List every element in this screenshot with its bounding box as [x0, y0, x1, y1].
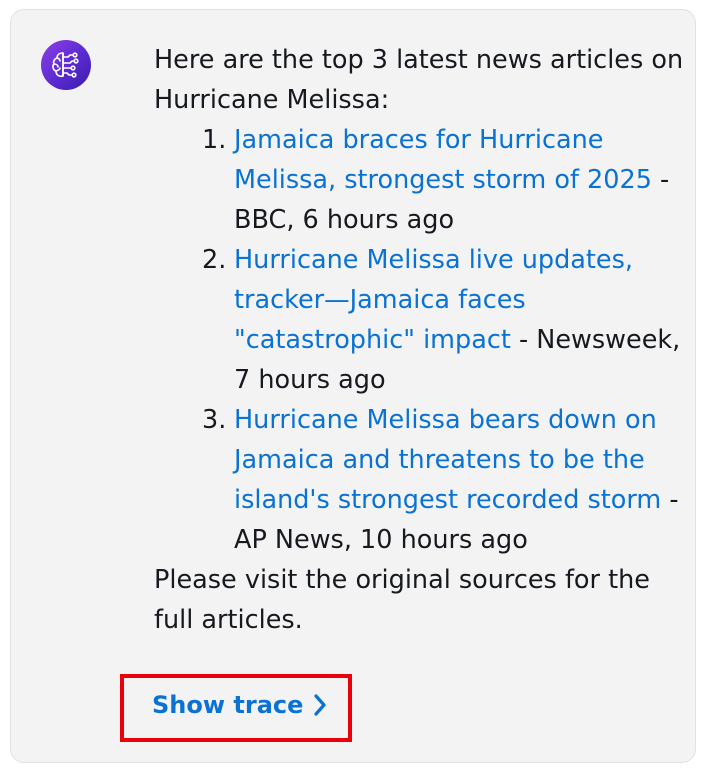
ai-brain-circuit-icon [52, 52, 79, 78]
message-intro: Here are the top 3 latest news articles … [154, 45, 684, 115]
article-item: 3. Hurricane Melissa bears down on Jamaic… [202, 400, 684, 560]
assistant-message-text: Here are the top 3 latest news articles … [154, 40, 684, 640]
article-link[interactable]: Hurricane Melissa bears down on Jamaica … [234, 405, 661, 515]
article-number: 1. [202, 125, 227, 155]
article-link[interactable]: Jamaica braces for Hurricane Melissa, st… [234, 125, 652, 195]
show-trace-label: Show trace [152, 691, 304, 719]
article-item: 1. Jamaica braces for Hurricane Melissa, … [202, 120, 684, 240]
assistant-avatar [41, 40, 91, 90]
article-item: 2. Hurricane Melissa live updates, tracke… [202, 240, 684, 400]
chevron-right-icon [313, 693, 327, 717]
chat-message-card: Here are the top 3 latest news articles … [10, 9, 696, 763]
message-outro: Please visit the original sources for th… [154, 565, 650, 635]
highlight-box: Show trace [120, 674, 352, 742]
article-list: 1. Jamaica braces for Hurricane Melissa, … [154, 120, 684, 560]
show-trace-button[interactable]: Show trace [152, 691, 327, 719]
article-number: 3. [202, 405, 227, 435]
article-number: 2. [202, 245, 227, 275]
